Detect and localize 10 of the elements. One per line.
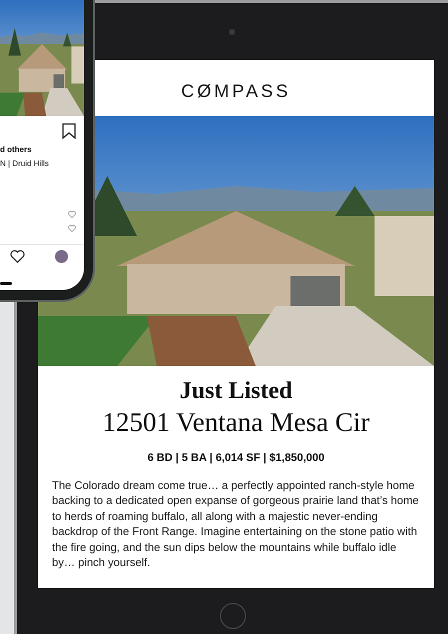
home-indicator xyxy=(0,282,12,285)
caption-text: N | Druid Hills xyxy=(0,158,49,170)
heart-icon[interactable] xyxy=(10,250,25,263)
caption-text: d others xyxy=(0,144,33,156)
bookmark-icon[interactable] xyxy=(62,123,76,139)
listing-heading: Just Listed xyxy=(180,377,292,406)
listing-address: 12501 Ventana Mesa Cir xyxy=(102,406,370,438)
listing-facts: 6 BD | 5 BA | 6,014 SF | $1,850,000 xyxy=(148,451,324,466)
compass-logo: CØMPASS xyxy=(181,80,291,100)
listing-description: The Colorado dream come true… a perfectly appointed ranch-style home backing to a dedicated open expanse of gorgeous prairie land that’s home to herds of roaming buffalo, all along with a majestic never-ending backdrop of the Front Range. Imagine entertaining on the stone patio with the fire going, and the sun dips below the mountains while buffalo idle by… pinch yourself. xyxy=(51,478,420,571)
